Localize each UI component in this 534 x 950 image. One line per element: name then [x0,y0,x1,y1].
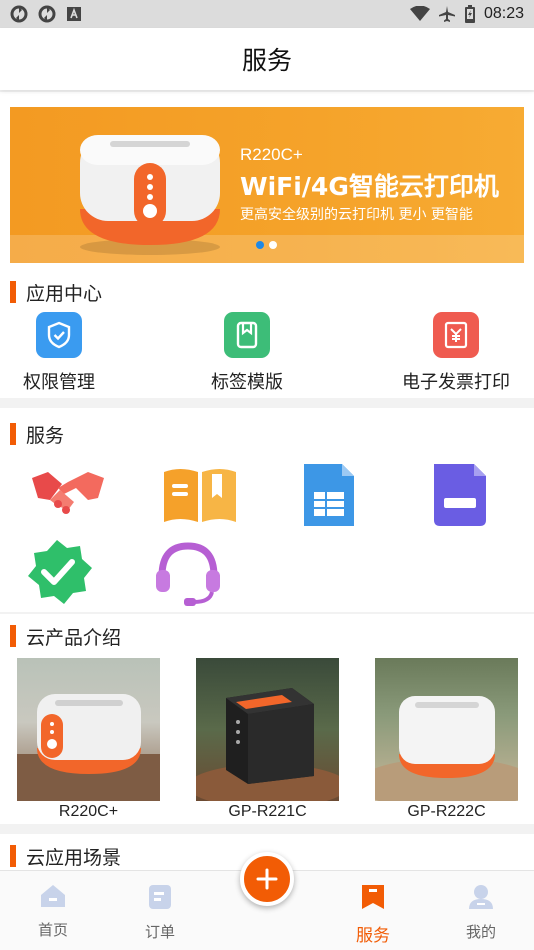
section-title: 应用中心 [26,282,103,305]
product-row: R220C+ GP-R221C GP-R222C [0,658,534,838]
app-grid: 权限管理 标签模版 电子发票打印 [0,312,534,402]
printer-image [80,135,220,255]
nav-service[interactable]: 服务 [333,883,413,946]
app-label: 标签模版 [211,372,283,393]
banner-subline: 更高安全级别的云打印机 更小 更智能 [240,207,473,223]
spreadsheet-icon [304,464,354,526]
cloud-products-section: 云产品介绍 R220C+ GP-R221C GP-R222C [0,614,534,824]
nav-profile[interactable]: 我的 [441,883,521,942]
section-header: 服务 [0,408,534,460]
section-title: 服务 [26,424,65,447]
promo-banner[interactable]: R220C+ WiFi/4G智能云打印机 更高安全级别的云打印机 更小 更智能 [10,107,524,263]
section-title: 云应用场景 [26,846,122,869]
section-accent-bar [10,423,16,445]
nav-label: 我的 [465,923,496,941]
nav-label: 首页 [37,921,68,939]
section-header: 应用中心 [0,272,534,312]
product-card[interactable]: GP-R221C [196,658,339,821]
app-e-invoice-print[interactable]: 电子发票打印 [381,312,531,394]
document-icon [434,464,486,526]
service-verified[interactable] [20,538,100,608]
product-name: GP-R222C [407,803,486,820]
clock: 08:23 [483,5,524,22]
page-title: 服务 [241,46,292,75]
scroll-content[interactable]: R220C+ WiFi/4G智能云打印机 更高安全级别的云打印机 更小 更智能 … [0,92,534,870]
app-center-section: 应用中心 权限管理 标签模版 电子发票打印 [0,272,534,398]
nav-home[interactable]: 首页 [13,883,93,940]
app-permission-management[interactable]: 权限管理 [0,312,134,394]
carousel-indicator [256,241,277,249]
services-section: 服务 [0,408,534,612]
carousel-dot[interactable] [269,241,277,249]
section-accent-bar [10,281,16,303]
product-card[interactable]: R220C+ [17,658,160,821]
banner-headline: WiFi/4G智能云打印机 [240,172,499,201]
order-icon [149,885,171,909]
carousel-dot-active[interactable] [256,241,264,249]
product-image [375,658,518,801]
section-title: 云产品介绍 [26,626,122,649]
nav-label: 服务 [356,926,390,946]
banner-model: R220C+ [240,145,303,164]
section-header: 云产品介绍 [0,614,534,658]
app-label-template[interactable]: 标签模版 [172,312,322,394]
status-bar: 08:23 [0,0,534,28]
nav-orders[interactable]: 订单 [120,883,200,942]
open-book-icon [164,469,236,522]
headset-icon [156,542,220,606]
app-label: 权限管理 [23,372,95,393]
product-name: GP-R221C [228,803,307,820]
badge-check-icon [28,540,92,604]
add-button[interactable] [240,852,294,906]
product-card[interactable]: GP-R222C [375,658,518,821]
app-label: 电子发票打印 [402,372,510,393]
home-icon [41,885,65,907]
section-accent-bar [10,845,16,867]
bookmark-icon [224,312,270,358]
service-spreadsheet[interactable] [296,460,376,530]
product-name: R220C+ [58,803,119,820]
battery-icon [464,5,475,23]
handshake-icon [32,472,104,514]
plus-icon [256,868,278,890]
nav-label: 订单 [144,923,175,941]
section-accent-bar [10,625,16,647]
product-image [17,658,160,801]
services-grid [0,460,534,620]
service-customer-support[interactable] [152,538,232,608]
profile-icon [469,885,493,909]
airplane-icon [438,6,455,22]
product-image [196,658,339,801]
service-document[interactable] [428,460,508,530]
wifi-icon [409,6,430,21]
text-icon [67,7,81,21]
service-cooperation[interactable] [28,460,108,530]
shield-icon [36,312,82,358]
sync-icon [38,5,56,23]
service-icon [362,885,384,909]
title-bar: 服务 [0,28,534,90]
invoice-icon [433,312,479,358]
sync-icon [10,5,28,23]
banner-section: R220C+ WiFi/4G智能云打印机 更高安全级别的云打印机 更小 更智能 [0,92,534,272]
service-manual[interactable] [160,460,240,530]
